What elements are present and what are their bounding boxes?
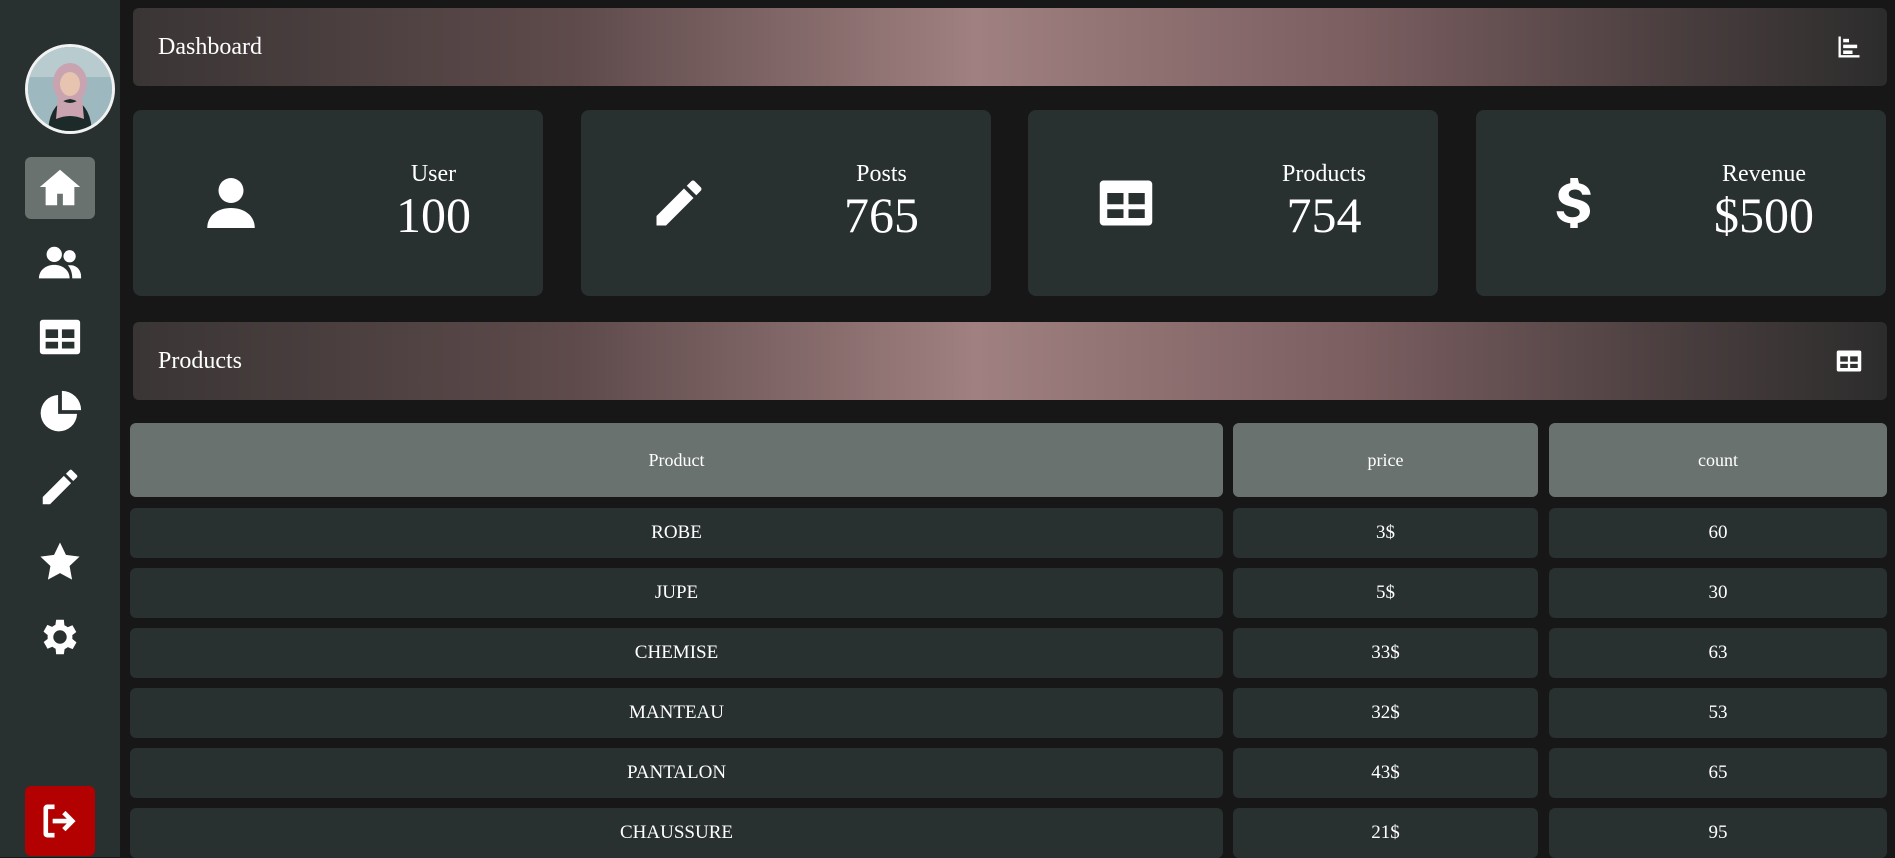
card-users: User 100 xyxy=(133,110,543,296)
card-value: $500 xyxy=(1714,187,1814,243)
nav-charts[interactable] xyxy=(25,381,95,443)
table-cell-product: CHAUSSURE xyxy=(130,808,1223,858)
card-value: 100 xyxy=(396,187,471,243)
card-revenue: Revenue $500 xyxy=(1476,110,1886,296)
card-label: User xyxy=(410,161,457,187)
table-cell-count: 53 xyxy=(1549,688,1887,738)
table-cell-price: 43$ xyxy=(1233,748,1538,798)
table-cell-count: 60 xyxy=(1549,508,1887,558)
table-cell-count: 63 xyxy=(1549,628,1887,678)
page-title: Dashboard xyxy=(158,33,262,60)
table-icon xyxy=(39,319,81,355)
table-cell-price: 5$ xyxy=(1233,568,1538,618)
card-label: Revenue xyxy=(1722,161,1806,187)
nav-posts[interactable] xyxy=(25,456,95,518)
table-cell-product: ROBE xyxy=(130,508,1223,558)
home-icon xyxy=(39,169,81,206)
table-cell-product: PANTALON xyxy=(130,748,1223,798)
table-cell-price: 21$ xyxy=(1233,808,1538,858)
user-icon xyxy=(207,178,255,228)
table-icon[interactable] xyxy=(1835,347,1863,375)
avatar[interactable] xyxy=(25,44,115,134)
nav-users[interactable] xyxy=(25,232,95,294)
nav-favorites[interactable] xyxy=(25,531,95,593)
logout-button[interactable] xyxy=(25,786,95,856)
card-value: 765 xyxy=(844,187,919,243)
gear-icon xyxy=(43,619,77,655)
pencil-icon xyxy=(42,469,78,505)
column-header-count[interactable]: count xyxy=(1549,423,1887,497)
nav-home[interactable] xyxy=(25,157,95,219)
dollar-icon xyxy=(1556,178,1591,228)
nav-tables[interactable] xyxy=(25,306,95,368)
table-cell-product: CHEMISE xyxy=(130,628,1223,678)
card-products: Products 754 xyxy=(1028,110,1438,296)
table-cell-price: 33$ xyxy=(1233,628,1538,678)
pencil-icon xyxy=(656,180,702,226)
table-cell-product: MANTEAU xyxy=(130,688,1223,738)
card-label: Posts xyxy=(856,161,907,187)
nav-settings[interactable] xyxy=(25,606,95,668)
table-cell-count: 95 xyxy=(1549,808,1887,858)
table-cell-price: 3$ xyxy=(1233,508,1538,558)
pie-chart-icon xyxy=(40,390,82,432)
section-title: Products xyxy=(158,347,242,374)
logout-icon xyxy=(43,804,76,838)
sidebar xyxy=(0,0,120,857)
products-header: Products xyxy=(133,322,1887,400)
column-header-price[interactable]: price xyxy=(1233,423,1538,497)
card-value: 754 xyxy=(1286,187,1362,243)
card-label: Products xyxy=(1282,161,1366,187)
avatar-image xyxy=(28,47,112,131)
card-posts: Posts 765 xyxy=(581,110,991,296)
table-icon xyxy=(1099,180,1153,226)
column-header-product[interactable]: Product xyxy=(130,423,1223,497)
dashboard-header: Dashboard xyxy=(133,8,1887,86)
star-icon xyxy=(40,542,80,580)
bar-chart-icon[interactable] xyxy=(1835,33,1863,61)
users-icon xyxy=(38,246,82,279)
table-cell-price: 32$ xyxy=(1233,688,1538,738)
table-cell-product: JUPE xyxy=(130,568,1223,618)
table-cell-count: 65 xyxy=(1549,748,1887,798)
table-cell-count: 30 xyxy=(1549,568,1887,618)
